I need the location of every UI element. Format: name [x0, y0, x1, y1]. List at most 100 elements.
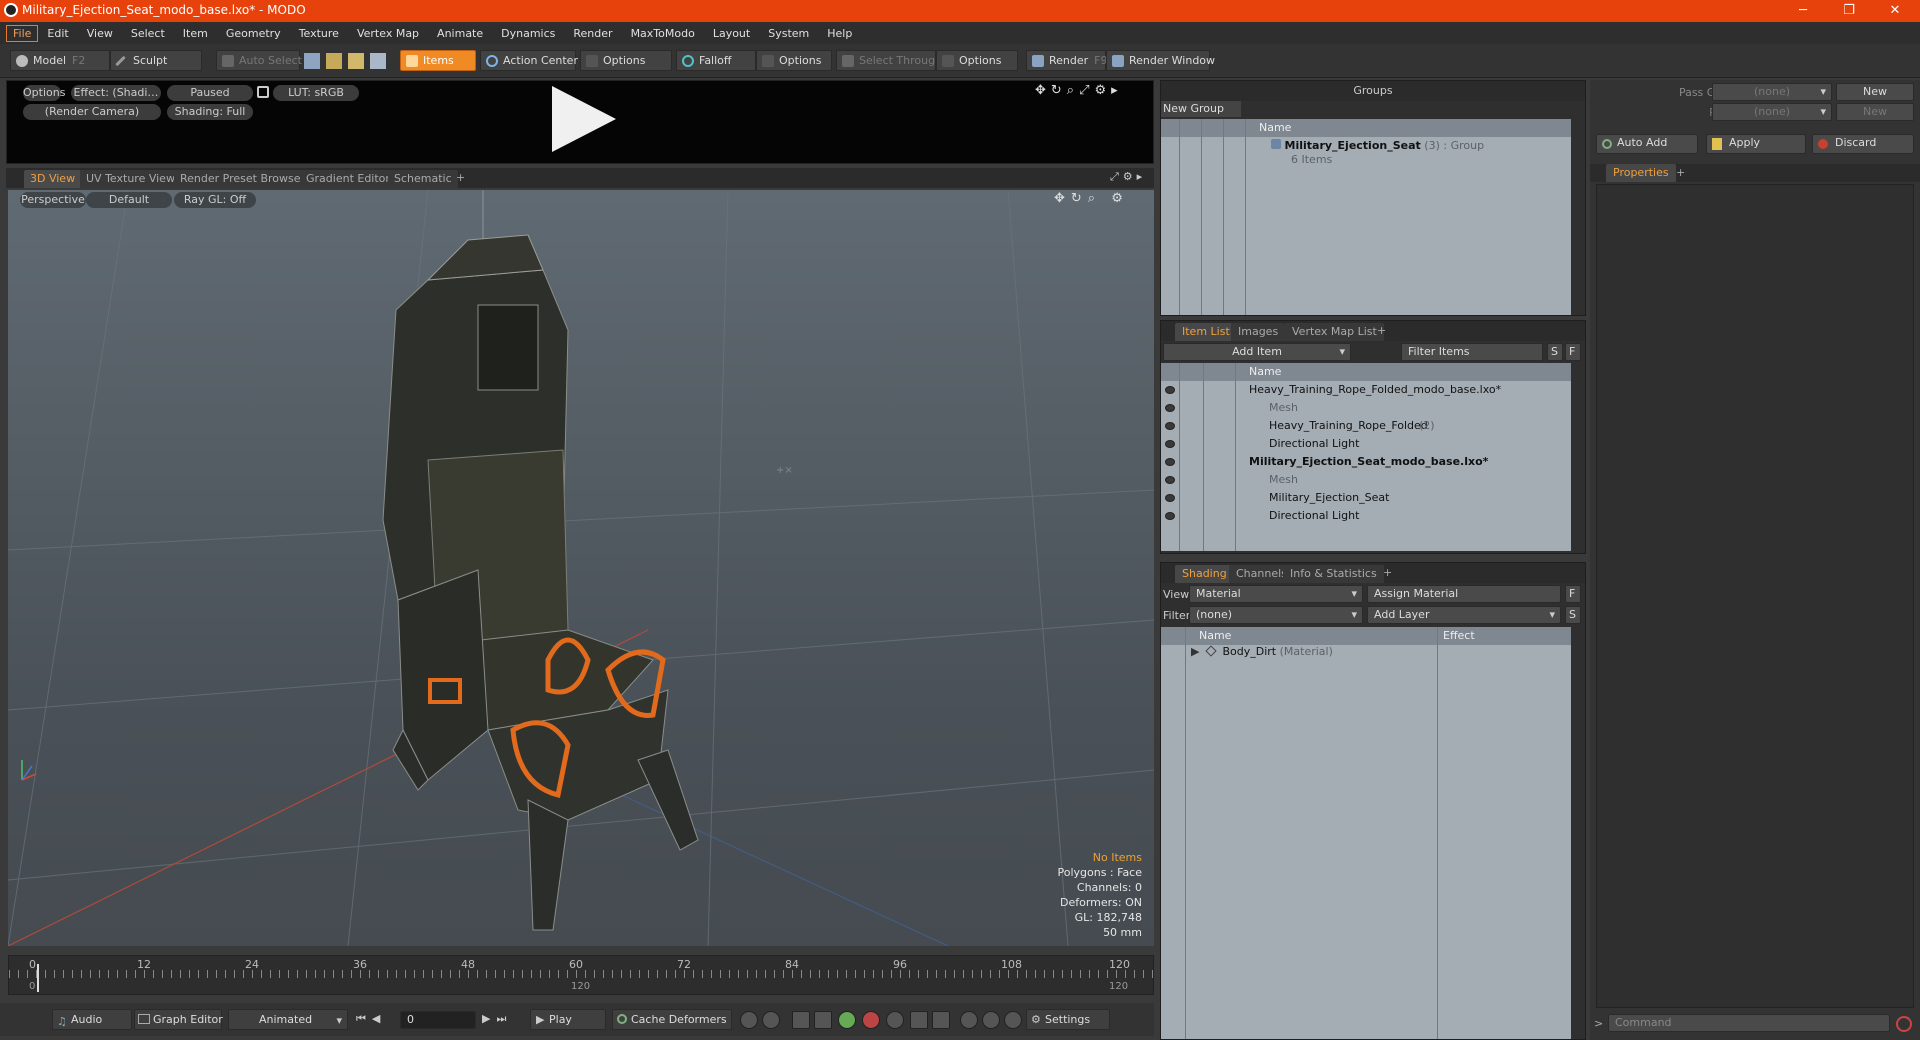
- auto-select-button[interactable]: Auto Select: [216, 50, 302, 71]
- play-icon[interactable]: [552, 86, 616, 152]
- falloff-options-button[interactable]: Options: [756, 50, 832, 71]
- paused-button[interactable]: Paused: [167, 85, 253, 101]
- command-history-icon[interactable]: [1896, 1016, 1912, 1032]
- menu-select[interactable]: Select: [122, 27, 174, 40]
- polygons-icon[interactable]: [348, 53, 364, 69]
- render-button[interactable]: Render F9: [1026, 50, 1108, 71]
- add-tab-button[interactable]: +: [456, 171, 465, 184]
- command-input[interactable]: Command: [1608, 1014, 1890, 1032]
- next-key-icon[interactable]: [814, 1011, 832, 1029]
- shading-dropdown[interactable]: Shading: Full: [167, 104, 253, 120]
- menu-view[interactable]: View: [78, 27, 122, 40]
- view-dropdown[interactable]: Material: [1189, 585, 1363, 603]
- camera-dropdown[interactable]: (Render Camera): [23, 104, 161, 120]
- restore-button[interactable]: ❐: [1826, 0, 1872, 22]
- visibility-eye-icon[interactable]: [1165, 422, 1175, 430]
- prev-key-icon[interactable]: [792, 1011, 810, 1029]
- new-pass-button[interactable]: New: [1836, 103, 1914, 121]
- transport-back-icons[interactable]: ⏮◀: [356, 1012, 386, 1026]
- menu-edit[interactable]: Edit: [38, 27, 77, 40]
- key-icon[interactable]: [740, 1011, 758, 1029]
- auto-add-button[interactable]: Auto Add: [1596, 134, 1698, 154]
- menu-item[interactable]: Item: [174, 27, 217, 40]
- tab-properties[interactable]: Properties: [1606, 164, 1676, 182]
- expand-arrow-icon[interactable]: ▶: [1191, 645, 1199, 658]
- visibility-eye-icon[interactable]: [1165, 404, 1175, 412]
- audio-button[interactable]: ♫ Audio: [52, 1009, 132, 1030]
- tab-item-list[interactable]: Item List: [1175, 323, 1237, 341]
- effect-dropdown[interactable]: Effect: (Shadi…: [71, 85, 161, 101]
- pass-groups-dropdown[interactable]: (none): [1712, 83, 1832, 101]
- loop-icon[interactable]: [982, 1011, 1000, 1029]
- new-group-button[interactable]: New Group: [1161, 101, 1241, 117]
- filter-f-button[interactable]: F: [1565, 343, 1581, 361]
- viewport-panel-icons[interactable]: ⤢⚙▸: [1110, 170, 1146, 184]
- visibility-eye-icon[interactable]: [1165, 440, 1175, 448]
- add-layer-dropdown[interactable]: Add Layer: [1367, 606, 1561, 624]
- items-mode-button[interactable]: Items: [400, 50, 476, 71]
- tab-schematic[interactable]: Schematic: [388, 170, 458, 188]
- preview-options-button[interactable]: Options: [23, 85, 65, 101]
- model-mode-button[interactable]: Model F2: [10, 50, 110, 71]
- item-tree-row[interactable]: Heavy_Training_Rope_Folded (2): [1161, 417, 1571, 435]
- perspective-dropdown[interactable]: Perspective: [20, 192, 86, 208]
- select-through-button[interactable]: Select Through: [836, 50, 942, 71]
- item-tree-row[interactable]: Directional Light: [1161, 507, 1571, 525]
- cache-deformers-button[interactable]: Cache Deformers: [612, 1009, 732, 1030]
- material-row[interactable]: ▶ Body_Dirt (Material): [1191, 645, 1333, 663]
- auto-key-icon[interactable]: [838, 1011, 856, 1029]
- menu-texture[interactable]: Texture: [290, 27, 348, 40]
- lock-icon[interactable]: [257, 86, 269, 98]
- shading-f-button[interactable]: F: [1565, 585, 1581, 603]
- menu-layout[interactable]: Layout: [704, 27, 759, 40]
- menu-help[interactable]: Help: [818, 27, 861, 40]
- menu-maxtomodo[interactable]: MaxToModo: [622, 27, 704, 40]
- range-start-icon[interactable]: [910, 1011, 928, 1029]
- graph-editor-button[interactable]: Graph Editor: [134, 1009, 223, 1030]
- discard-button[interactable]: Discard: [1812, 134, 1914, 154]
- shading-s-button[interactable]: S: [1565, 606, 1581, 624]
- tab-shading[interactable]: Shading: [1175, 565, 1234, 583]
- filter-s-button[interactable]: S: [1547, 343, 1563, 361]
- vertices-icon[interactable]: [304, 53, 320, 69]
- 3d-viewport[interactable]: +× Perspective Default Ray GL: Off ✥↻⌕ ⚙…: [8, 190, 1154, 946]
- tab-info-statistics[interactable]: Info & Statistics: [1283, 565, 1384, 583]
- tab-uv-texture-view[interactable]: UV Texture View: [80, 170, 181, 188]
- add-tab-button[interactable]: +: [1383, 566, 1392, 579]
- key-filter-icon[interactable]: [886, 1011, 904, 1029]
- close-button[interactable]: ✕: [1872, 0, 1918, 22]
- visibility-eye-icon[interactable]: [1165, 512, 1175, 520]
- visibility-eye-icon[interactable]: [1165, 386, 1175, 394]
- sculpt-mode-button[interactable]: Sculpt: [110, 50, 202, 71]
- action-center-button[interactable]: Action Center: [480, 50, 578, 71]
- current-frame-marker[interactable]: [37, 964, 39, 992]
- tab-3d-view[interactable]: 3D View: [24, 170, 82, 188]
- menu-render[interactable]: Render: [564, 27, 621, 40]
- transport-forward-icons[interactable]: ▶⏭: [482, 1012, 512, 1026]
- menu-file[interactable]: File: [6, 24, 39, 42]
- lut-dropdown[interactable]: LUT: sRGB: [273, 85, 359, 101]
- menu-animate[interactable]: Animate: [428, 27, 492, 40]
- render-window-button[interactable]: Render Window: [1106, 50, 1215, 71]
- add-tab-button[interactable]: +: [1377, 324, 1386, 337]
- falloff-button[interactable]: Falloff: [676, 50, 756, 71]
- item-tree-row[interactable]: Mesh: [1161, 471, 1571, 489]
- item-tree-row[interactable]: Military_Ejection_Seat: [1161, 489, 1571, 507]
- item-tree-row[interactable]: Military_Ejection_Seat_modo_base.lxo*: [1161, 453, 1571, 471]
- menu-geometry[interactable]: Geometry: [217, 27, 290, 40]
- preview-nav-icons[interactable]: ✥↻⌕⤢⚙▸: [1035, 83, 1123, 98]
- key-all-icon[interactable]: [762, 1011, 780, 1029]
- default-dropdown[interactable]: Default: [86, 192, 172, 208]
- filter-items-input[interactable]: Filter Items: [1401, 343, 1543, 361]
- visibility-eye-icon[interactable]: [1165, 494, 1175, 502]
- item-tree-row[interactable]: Heavy_Training_Rope_Folded_modo_base.lxo…: [1161, 381, 1571, 399]
- sync-icon[interactable]: [960, 1011, 978, 1029]
- passes-dropdown[interactable]: (none): [1712, 103, 1832, 121]
- timeline[interactable]: 0 12 24 36 48 60 72 84 96 108 120 0 120 120: [8, 955, 1154, 995]
- menu-dynamics[interactable]: Dynamics: [492, 27, 564, 40]
- bounce-icon[interactable]: [1004, 1011, 1022, 1029]
- visibility-eye-icon[interactable]: [1165, 458, 1175, 466]
- add-item-dropdown[interactable]: Add Item: [1163, 343, 1351, 361]
- new-pass-group-button[interactable]: New: [1836, 83, 1914, 101]
- record-icon[interactable]: [862, 1011, 880, 1029]
